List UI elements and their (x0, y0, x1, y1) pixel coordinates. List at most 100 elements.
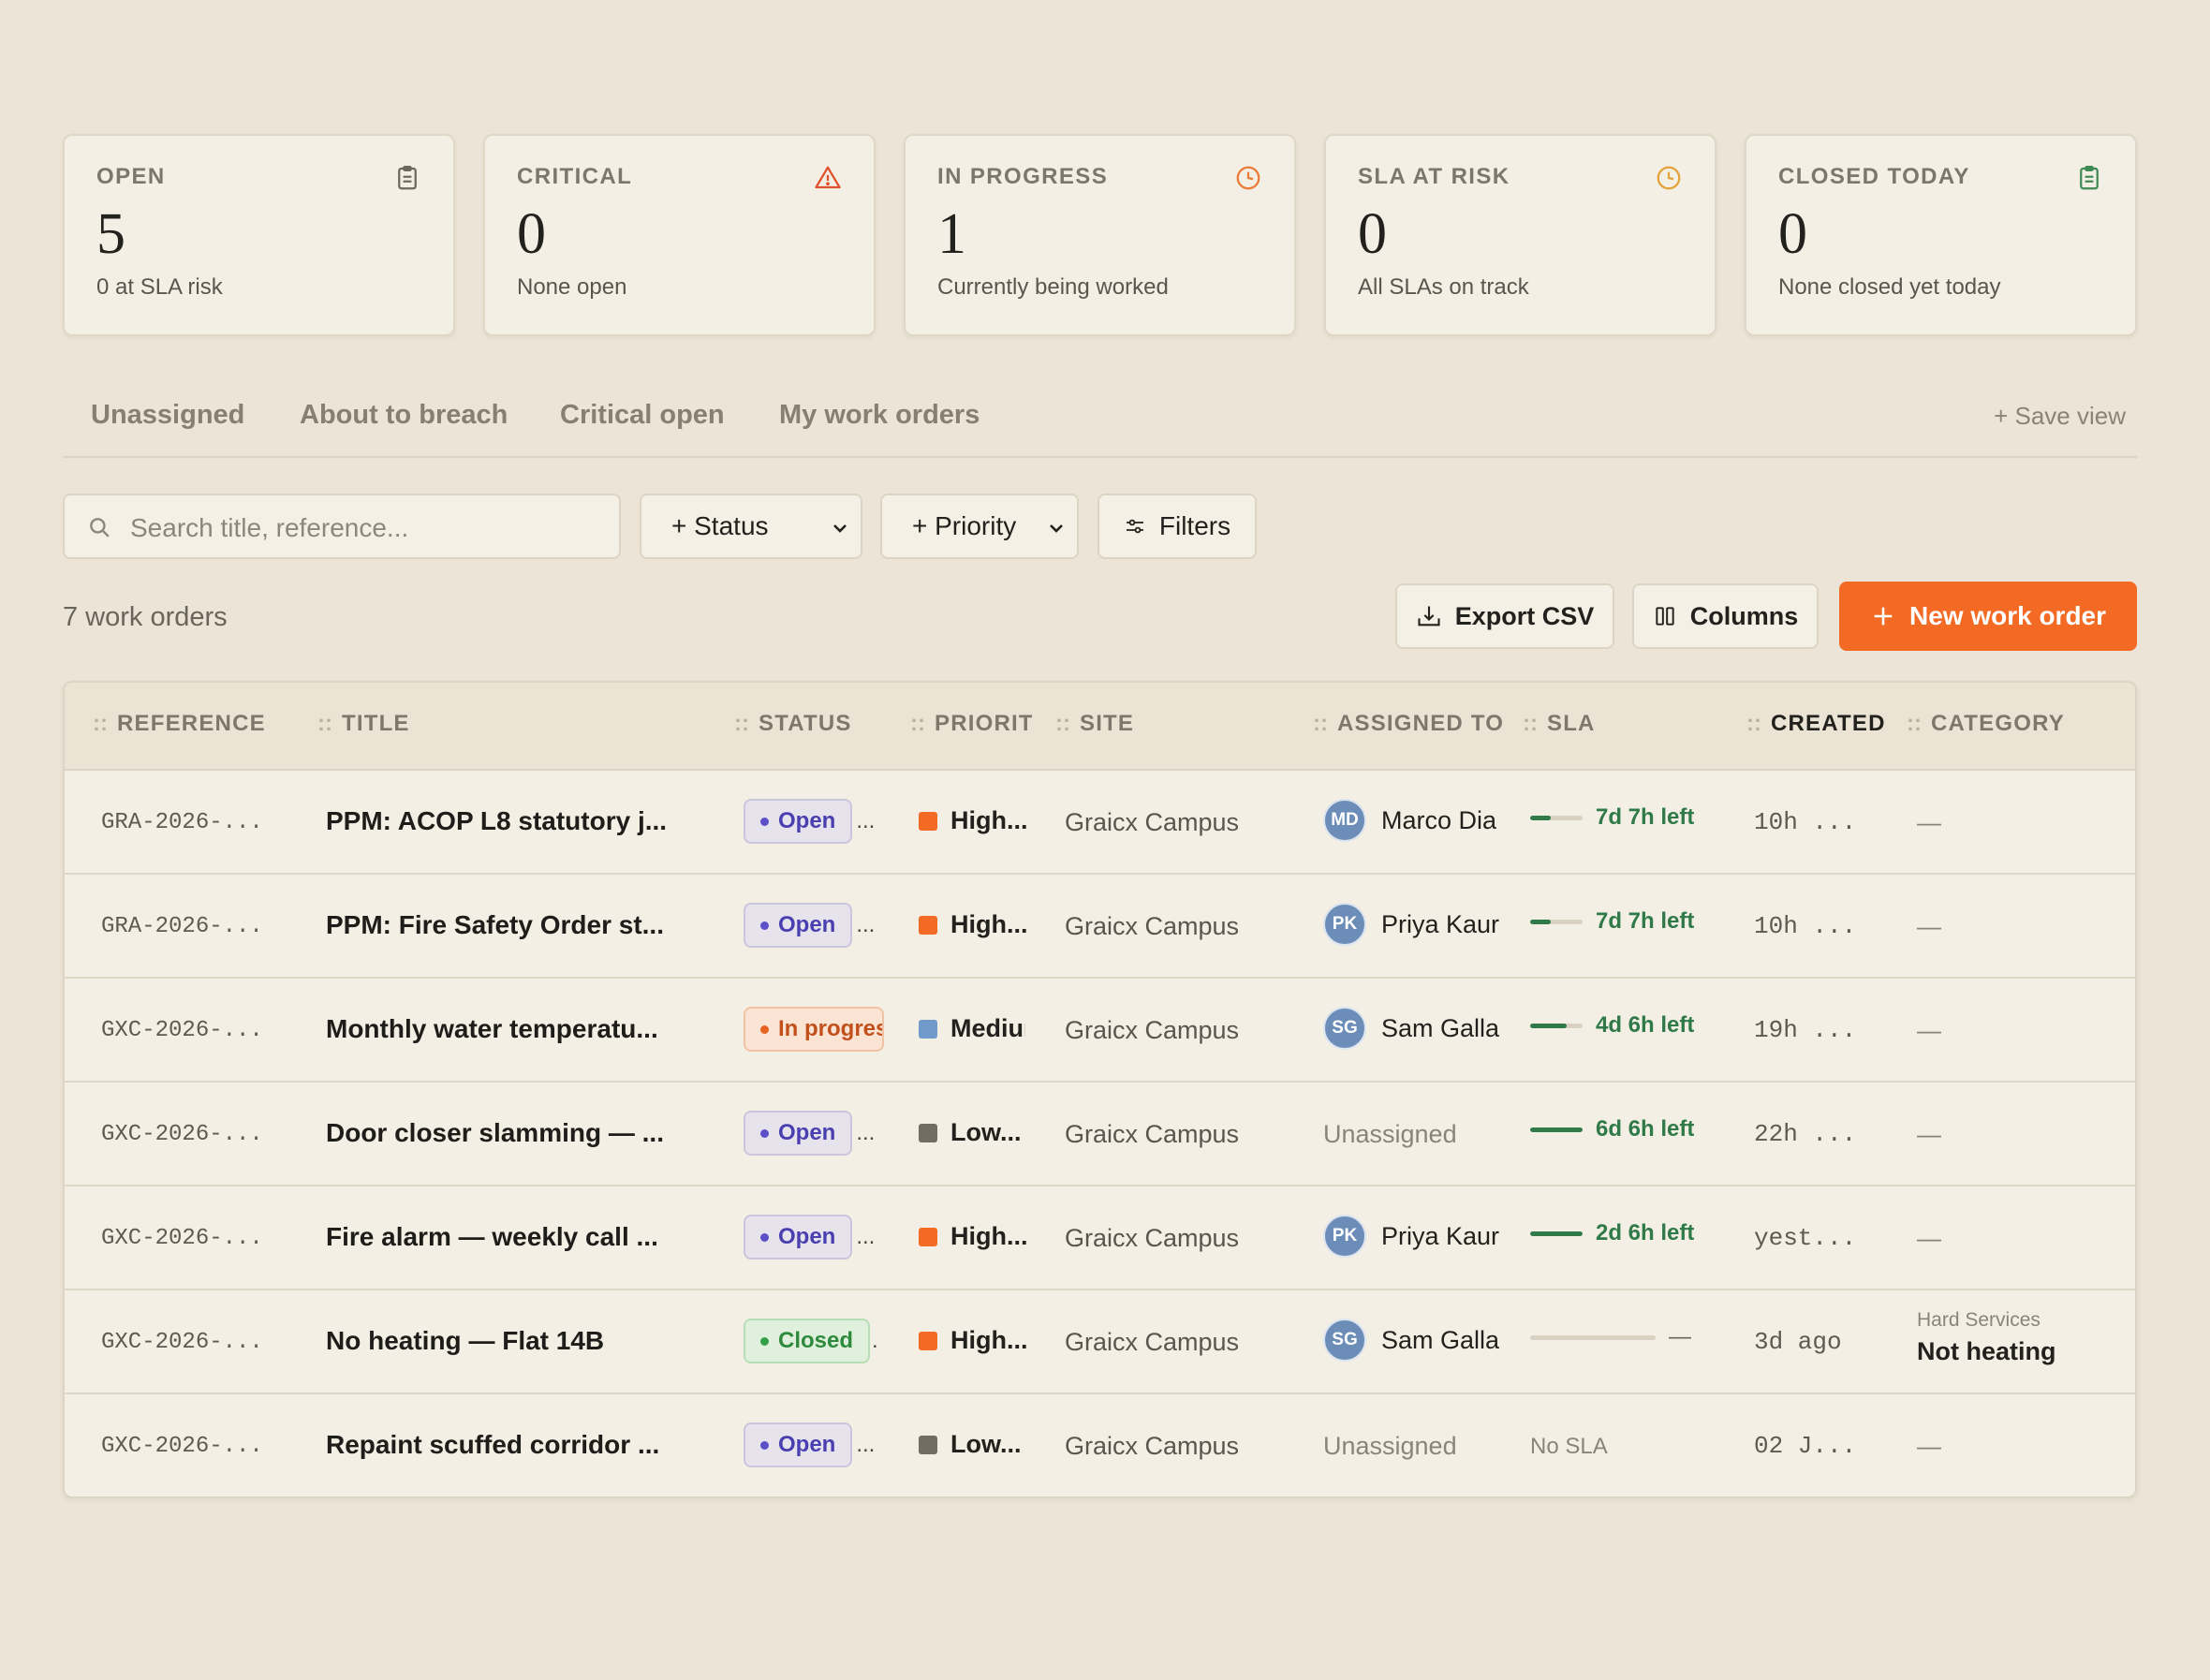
column-header-reference[interactable]: :: REFERENCE (93, 711, 266, 737)
reference-cell[interactable]: GRA-2026-... (101, 914, 263, 939)
sla-progress-bar (1530, 1334, 1656, 1340)
column-header-label: SITE (1079, 711, 1135, 736)
export-csv-button[interactable]: Export CSV (1395, 583, 1614, 649)
stat-label: OPEN (96, 164, 166, 189)
drag-handle-icon[interactable]: :: (734, 711, 749, 736)
tab-unassigned[interactable]: Unassigned (91, 400, 244, 431)
table-row[interactable]: GXC-2026-... Monthly water temperatu... … (65, 979, 2135, 1083)
status-dot-icon (760, 1128, 769, 1138)
stat-card-sla-at-risk[interactable]: SLA AT RISK 0 All SLAs on track (1324, 134, 1716, 336)
priority-swatch-icon (919, 1019, 937, 1039)
title-cell[interactable]: No heating — Flat 14B (326, 1326, 604, 1356)
table-row[interactable]: GXC-2026-... Repaint scuffed corridor ..… (65, 1394, 2135, 1496)
reference-cell[interactable]: GXC-2026-... (101, 1226, 263, 1251)
drag-handle-icon[interactable]: :: (1746, 711, 1761, 736)
stat-card-open[interactable]: OPEN 5 0 at SLA risk (63, 134, 455, 336)
drag-handle-icon[interactable]: :: (1055, 711, 1070, 736)
drag-handle-icon[interactable]: :: (910, 711, 925, 736)
column-header-site[interactable]: :: SITE (1055, 711, 1134, 737)
sla-text: — (1669, 1324, 1691, 1349)
status-dot-icon (760, 1232, 769, 1242)
reference-cell[interactable]: GXC-2026-... (101, 1434, 263, 1459)
title-cell[interactable]: Fire alarm — weekly call ... (326, 1222, 658, 1252)
status-label: Open (778, 912, 836, 937)
stat-card-closed-today[interactable]: CLOSED TODAY 0 None closed yet today (1745, 134, 2137, 336)
assignee-cell[interactable]: PK Priya Kaur (1323, 903, 1552, 946)
priority-cell: High... (919, 910, 1031, 939)
assignee-cell[interactable]: PK Priya Kaur (1323, 1215, 1552, 1258)
status-label: Open (778, 808, 836, 833)
priority-cell: High... (919, 1222, 1031, 1251)
column-header-assigned-to[interactable]: :: ASSIGNED TO (1313, 711, 1549, 737)
sla-cell: 7d 7h left (1530, 908, 1694, 935)
drag-handle-icon[interactable]: :: (1523, 711, 1538, 736)
reference-cell[interactable]: GRA-2026-... (101, 810, 263, 835)
new-work-order-button[interactable]: New work order (1839, 582, 2137, 651)
priority-label: Low... (950, 1118, 1022, 1146)
status-cell: Open... (744, 901, 875, 950)
assignee-name: Sam Galla (1381, 1013, 1500, 1042)
table-row[interactable]: GRA-2026-... PPM: ACOP L8 statutory j...… (65, 771, 2135, 875)
title-cell[interactable]: Monthly water temperatu... (326, 1014, 658, 1044)
site-cell: Graicx Campus (1065, 1328, 1240, 1356)
column-header-status[interactable]: :: STATUS (734, 711, 852, 737)
reference-cell[interactable]: GXC-2026-... (101, 1330, 263, 1355)
drag-handle-icon[interactable]: :: (93, 711, 108, 736)
site-cell: Graicx Campus (1065, 1120, 1240, 1148)
priority-filter-select[interactable]: + Priority (880, 494, 1079, 559)
stat-card-critical[interactable]: CRITICAL 0 None open (483, 134, 876, 336)
column-header-title[interactable]: :: TITLE (317, 711, 410, 737)
column-header-label: PRIORIT (934, 711, 1032, 736)
status-filter-select[interactable]: + Status (640, 494, 862, 559)
reference-cell[interactable]: GXC-2026-... (101, 1018, 263, 1043)
status-label: Open (778, 1224, 836, 1249)
columns-label: Columns (1689, 601, 1799, 630)
drag-handle-icon[interactable]: :: (1313, 711, 1328, 736)
table-row[interactable]: GXC-2026-... No heating — Flat 14B Close… (65, 1290, 2135, 1394)
table-header: :: REFERENCE :: TITLE :: STATUS :: PRIORIT :… (65, 683, 2135, 771)
stat-card-in-progress[interactable]: IN PROGRESS 1 Currently being worked (904, 134, 1296, 336)
reference-cell[interactable]: GXC-2026-... (101, 1122, 263, 1147)
table-row[interactable]: GXC-2026-... Fire alarm — weekly call ..… (65, 1186, 2135, 1290)
tab-critical-open[interactable]: Critical open (560, 400, 725, 431)
column-header-sla[interactable]: :: SLA (1523, 711, 1596, 737)
assignee-cell[interactable]: Unassigned (1323, 1120, 1457, 1149)
assignee-cell[interactable]: Unassigned (1323, 1432, 1457, 1461)
priority-label: Medium (950, 1014, 1025, 1042)
stat-subtitle: All SLAs on track (1358, 274, 1529, 300)
table-row[interactable]: GXC-2026-... Door closer slamming — ... … (65, 1083, 2135, 1186)
stat-subtitle: Currently being worked (937, 274, 1169, 300)
assignee-cell[interactable]: SG Sam Galla (1323, 1319, 1552, 1362)
priority-label: High... (950, 910, 1028, 938)
assignee-cell[interactable]: MD Marco Dia (1323, 799, 1552, 842)
search-input[interactable] (128, 508, 600, 548)
title-cell[interactable]: PPM: Fire Safety Order st... (326, 910, 664, 940)
assignee-cell[interactable]: SG Sam Galla (1323, 1007, 1552, 1050)
status-badge: Closed (744, 1319, 871, 1363)
assignee-name: Priya Kaur (1381, 1221, 1500, 1250)
drag-handle-icon[interactable]: :: (317, 711, 332, 736)
status-dot-icon (760, 1024, 769, 1034)
title-cell[interactable]: Door closer slamming — ... (326, 1118, 664, 1148)
filters-button[interactable]: Filters (1098, 494, 1257, 559)
sla-text: 7d 7h left (1596, 804, 1695, 830)
priority-label: High... (950, 806, 1028, 834)
column-header-category[interactable]: :: CATEGORY (1907, 711, 2065, 737)
saved-views-tabs: Unassigned About to breach Critical open… (63, 381, 2137, 458)
title-cell[interactable]: Repaint scuffed corridor ... (326, 1430, 659, 1460)
title-cell[interactable]: PPM: ACOP L8 statutory j... (326, 806, 667, 836)
status-cell: Open... (744, 1109, 875, 1157)
columns-button[interactable]: Columns (1632, 583, 1819, 649)
status-cell: Open... (744, 1213, 875, 1261)
save-view-button[interactable]: + Save view (1994, 402, 2126, 431)
priority-cell: Low... (919, 1430, 1031, 1459)
sla-cell: 2d 6h left (1530, 1220, 1694, 1246)
search-icon (90, 518, 110, 538)
drag-handle-icon[interactable]: :: (1907, 711, 1922, 736)
column-header-created[interactable]: :: CREATED (1746, 711, 1886, 737)
table-row[interactable]: GRA-2026-... PPM: Fire Safety Order st..… (65, 875, 2135, 979)
tab-about-to-breach[interactable]: About to breach (300, 400, 508, 431)
tab-my-work-orders[interactable]: My work orders (779, 400, 980, 431)
category-group: Hard Services (1917, 1309, 2041, 1331)
column-header-priority[interactable]: :: PRIORIT (910, 711, 1032, 737)
